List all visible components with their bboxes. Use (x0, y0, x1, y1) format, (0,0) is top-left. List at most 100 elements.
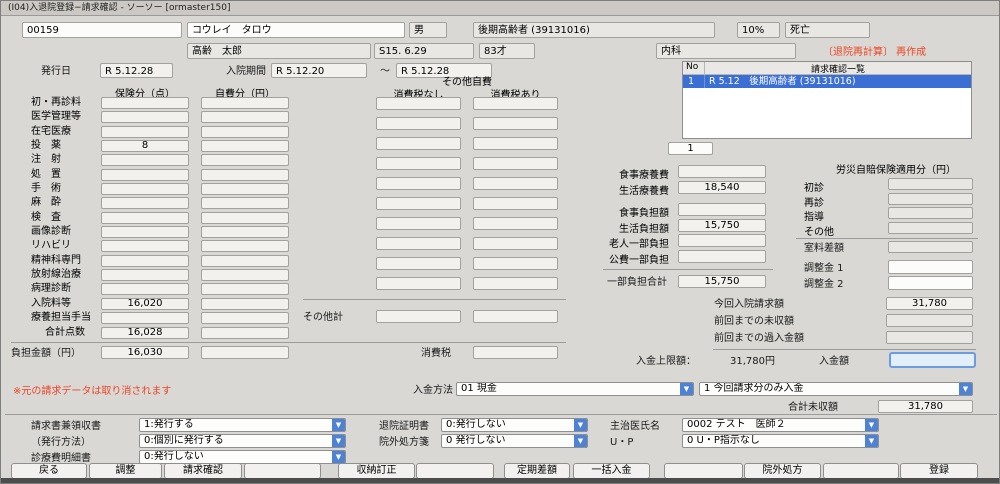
fee-insurance-field[interactable]: 16,028 (101, 327, 189, 339)
receipt-select[interactable]: 1:発行する ▼ (139, 418, 346, 432)
function-button[interactable]: 戻る (11, 463, 87, 479)
payment-method-select[interactable]: 01 現金 ▼ (456, 382, 694, 396)
fee-self-field[interactable] (201, 255, 289, 267)
function-button[interactable]: 登録 (900, 463, 978, 479)
up-select[interactable]: 0 U・P指示なし ▼ (682, 434, 879, 448)
fee-self-field[interactable] (201, 126, 289, 138)
fee-self-field[interactable] (201, 140, 289, 152)
payment-scope-select[interactable]: 1 今回請求分のみ入金 ▼ (699, 382, 973, 396)
fee-insurance-field[interactable] (101, 197, 189, 209)
discharge-cert-select[interactable]: 0:発行しない ▼ (441, 418, 588, 432)
fee-insurance-field[interactable]: 16,020 (101, 298, 189, 310)
fee-insurance-field[interactable] (101, 226, 189, 238)
chevron-down-icon[interactable]: ▼ (574, 419, 587, 431)
chevron-down-icon[interactable]: ▼ (332, 419, 345, 431)
fee-insurance-field[interactable] (101, 312, 189, 324)
fee-self-field[interactable] (201, 183, 289, 195)
fee-self-field[interactable] (201, 212, 289, 224)
fee-insurance-field[interactable] (101, 111, 189, 123)
fee-self-field[interactable] (201, 97, 289, 109)
other-self-no-tax-field[interactable] (376, 237, 461, 250)
other-self-no-tax-field[interactable] (376, 137, 461, 150)
other-self-no-tax-field[interactable] (376, 257, 461, 270)
function-button[interactable] (416, 463, 494, 479)
fee-self-field[interactable] (201, 269, 289, 281)
meal-row-field[interactable] (678, 203, 766, 216)
deposit-amount-field[interactable] (889, 352, 976, 368)
fee-insurance-field[interactable]: 8 (101, 140, 189, 152)
fee-self-field[interactable] (201, 298, 289, 310)
fee-insurance-field[interactable] (101, 97, 189, 109)
meal-row-field[interactable]: 15,750 (678, 219, 766, 232)
partial-burden-total-field[interactable]: 15,750 (678, 275, 766, 288)
fee-insurance-field[interactable] (101, 240, 189, 252)
chevron-down-icon[interactable]: ▼ (332, 435, 345, 447)
function-button[interactable] (664, 463, 743, 479)
fee-insurance-field[interactable] (101, 154, 189, 166)
meal-row-field[interactable] (678, 250, 766, 263)
fee-insurance-field[interactable] (101, 255, 189, 267)
function-button[interactable]: 定期差額 (504, 463, 570, 479)
claim-confirmation-list[interactable]: No 請求確認一覧 1 R 5.12 後期高齢者 (39131016) (682, 61, 972, 139)
burden-insurance-field[interactable]: 16,030 (101, 346, 189, 359)
fee-self-field[interactable] (201, 327, 289, 339)
other-self-tax-field[interactable] (473, 137, 558, 150)
issue-method-select[interactable]: 0:個別に発行する ▼ (139, 434, 346, 448)
fee-insurance-field[interactable] (101, 126, 189, 138)
consumption-tax-field[interactable] (473, 346, 558, 359)
doctor-select[interactable]: 0002 テスト 医師２ ▼ (682, 418, 879, 432)
function-button[interactable]: 収納訂正 (338, 463, 415, 479)
stay-from-field[interactable]: R 5.12.20 (271, 63, 367, 78)
adjustment2-field[interactable] (888, 276, 973, 290)
other-self-tax-field[interactable] (473, 157, 558, 170)
other-total-no-tax-field[interactable] (376, 310, 461, 323)
fee-self-field[interactable] (201, 154, 289, 166)
other-self-no-tax-field[interactable] (376, 157, 461, 170)
meal-row-field[interactable] (678, 234, 766, 247)
fee-insurance-field[interactable] (101, 269, 189, 281)
detail-statement-select[interactable]: 0:発行しない ▼ (139, 450, 346, 464)
chevron-down-icon[interactable]: ▼ (680, 383, 693, 395)
other-self-tax-field[interactable] (473, 277, 558, 290)
fee-self-field[interactable] (201, 312, 289, 324)
fee-self-field[interactable] (201, 197, 289, 209)
fee-insurance-field[interactable] (101, 183, 189, 195)
other-self-no-tax-field[interactable] (376, 97, 461, 110)
fee-self-field[interactable] (201, 283, 289, 295)
function-button[interactable]: 調整 (89, 463, 162, 479)
chevron-down-icon[interactable]: ▼ (574, 435, 587, 447)
other-self-tax-field[interactable] (473, 177, 558, 190)
adjustment1-field[interactable] (888, 260, 973, 274)
outside-rx-select[interactable]: 0 発行しない ▼ (441, 434, 588, 448)
function-button[interactable] (244, 463, 321, 479)
other-self-tax-field[interactable] (473, 257, 558, 270)
other-self-tax-field[interactable] (473, 217, 558, 230)
function-button[interactable] (823, 463, 899, 479)
chevron-down-icon[interactable]: ▼ (959, 383, 972, 395)
claim-selected-index-field[interactable]: 1 (668, 142, 713, 155)
fee-insurance-field[interactable] (101, 169, 189, 181)
fee-self-field[interactable] (201, 240, 289, 252)
other-self-tax-field[interactable] (473, 117, 558, 130)
chevron-down-icon[interactable]: ▼ (865, 435, 878, 447)
chevron-down-icon[interactable]: ▼ (332, 451, 345, 463)
patient-id-field[interactable]: 00159 (22, 22, 182, 38)
claim-list-row-selected[interactable]: 1 R 5.12 後期高齢者 (39131016) (683, 75, 971, 88)
fee-self-field[interactable] (201, 169, 289, 181)
function-button[interactable]: 請求確認 (164, 463, 242, 479)
burden-self-field[interactable] (201, 346, 289, 359)
issue-date-field[interactable]: R 5.12.28 (100, 63, 173, 78)
other-self-no-tax-field[interactable] (376, 197, 461, 210)
fee-insurance-field[interactable] (101, 283, 189, 295)
fee-insurance-field[interactable] (101, 212, 189, 224)
patient-kana-field[interactable]: コウレイ タロウ (187, 22, 405, 38)
chevron-down-icon[interactable]: ▼ (865, 419, 878, 431)
function-button[interactable]: 院外処方 (744, 463, 821, 479)
other-self-no-tax-field[interactable] (376, 277, 461, 290)
fee-self-field[interactable] (201, 226, 289, 238)
meal-row-field[interactable]: 18,540 (678, 181, 766, 194)
other-self-no-tax-field[interactable] (376, 177, 461, 190)
other-self-tax-field[interactable] (473, 237, 558, 250)
function-button[interactable]: 一括入金 (573, 463, 650, 479)
fee-self-field[interactable] (201, 111, 289, 123)
